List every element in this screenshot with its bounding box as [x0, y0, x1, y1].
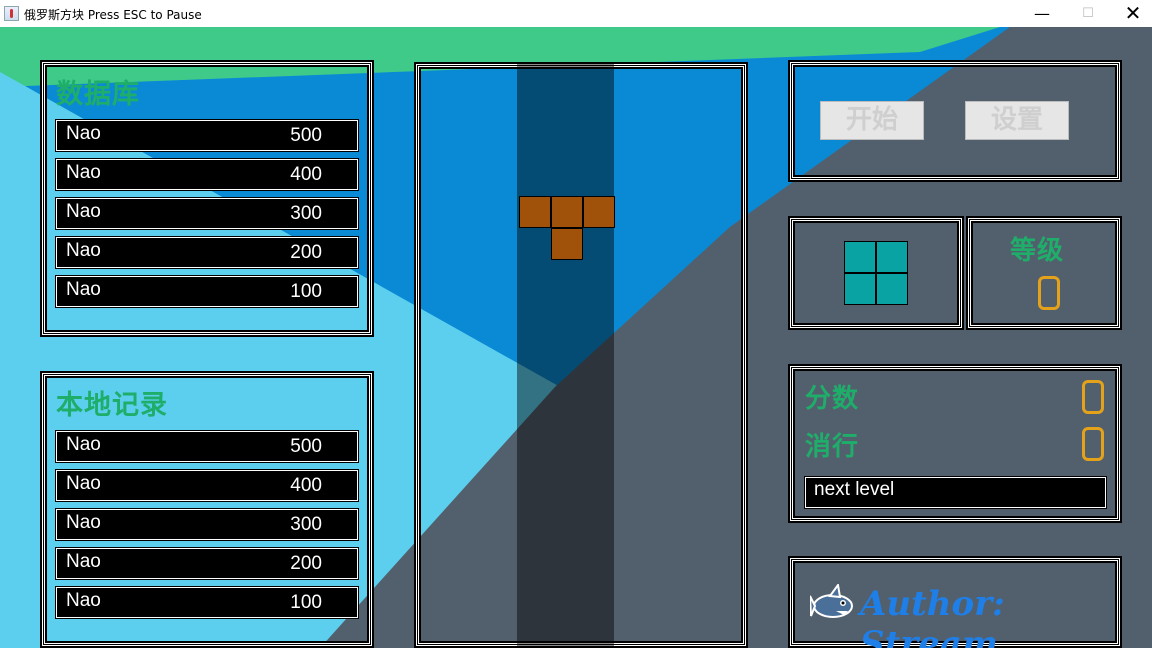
shark-icon: [810, 584, 853, 618]
player-score: 300: [290, 514, 322, 535]
level-label: 等级: [1010, 236, 1065, 266]
next-piece-panel: [788, 216, 964, 330]
local-records-panel: 本地记录 Nao 500 Nao 400 Nao 300 Nao 200 Nao…: [40, 371, 374, 648]
player-name: Nao: [66, 240, 101, 261]
score-label: 分数: [805, 384, 860, 414]
next-piece-block: [876, 273, 908, 305]
local-record-row: Nao 500: [56, 431, 358, 462]
player-score: 200: [290, 242, 322, 263]
player-name: Nao: [66, 551, 101, 572]
player-name: Nao: [66, 512, 101, 533]
settings-button[interactable]: 设置: [965, 101, 1069, 140]
player-score: 500: [290, 125, 322, 146]
drop-guide-column: [517, 64, 614, 648]
database-row: Nao 100: [56, 276, 358, 307]
maximize-button[interactable]: ☐: [1065, 0, 1111, 27]
player-name: Nao: [66, 434, 101, 455]
game-stage: 数据库 Nao 500 Nao 400 Nao 300 Nao 200 Nao …: [0, 27, 1152, 648]
player-score: 500: [290, 436, 322, 457]
database-row: Nao 400: [56, 159, 358, 190]
local-records-heading: 本地记录: [56, 390, 168, 421]
player-score: 400: [290, 475, 322, 496]
lines-label: 消行: [805, 432, 860, 462]
falling-piece-block: [583, 196, 615, 228]
title-bar: 俄罗斯方块 Press ESC to Pause — ☐ ✕: [0, 0, 1152, 27]
score-panel: 分数 0 消行 0 next level: [788, 364, 1122, 523]
lines-digit: 0: [1082, 427, 1104, 461]
player-name: Nao: [66, 162, 101, 183]
next-level-bar: next level: [805, 477, 1106, 508]
author-credit: Author: Stream: [860, 584, 1005, 648]
java-app-icon: [4, 6, 19, 21]
player-score: 300: [290, 203, 322, 224]
database-heading: 数据库: [56, 79, 140, 110]
player-name: Nao: [66, 123, 101, 144]
player-score: 400: [290, 164, 322, 185]
next-piece-block: [876, 241, 908, 273]
controls-panel: 开始 设置: [788, 60, 1122, 182]
falling-piece-block: [551, 228, 583, 260]
player-name: Nao: [66, 473, 101, 494]
next-piece-block: [844, 273, 876, 305]
player-name: Nao: [66, 279, 101, 300]
player-name: Nao: [66, 590, 101, 611]
player-score: 100: [290, 281, 322, 302]
level-panel: 等级 0: [966, 216, 1122, 330]
falling-piece-block: [519, 196, 551, 228]
player-name: Nao: [66, 201, 101, 222]
local-record-row: Nao 200: [56, 548, 358, 579]
falling-piece-block: [551, 196, 583, 228]
start-button[interactable]: 开始: [820, 101, 924, 140]
level-digit: 0: [1038, 276, 1060, 310]
game-board[interactable]: [414, 62, 748, 648]
score-digit: 0: [1082, 380, 1104, 414]
local-record-row: Nao 300: [56, 509, 358, 540]
close-button[interactable]: ✕: [1110, 0, 1152, 27]
author-panel: Author: Stream: [788, 556, 1122, 648]
database-row: Nao 500: [56, 120, 358, 151]
local-record-row: Nao 100: [56, 587, 358, 618]
minimize-button[interactable]: —: [1019, 0, 1065, 27]
player-score: 200: [290, 553, 322, 574]
database-panel: 数据库 Nao 500 Nao 400 Nao 300 Nao 200 Nao …: [40, 60, 374, 337]
next-piece-block: [844, 241, 876, 273]
player-score: 100: [290, 592, 322, 613]
local-record-row: Nao 400: [56, 470, 358, 501]
database-row: Nao 300: [56, 198, 358, 229]
database-row: Nao 200: [56, 237, 358, 268]
window-title: 俄罗斯方块 Press ESC to Pause: [24, 8, 202, 22]
